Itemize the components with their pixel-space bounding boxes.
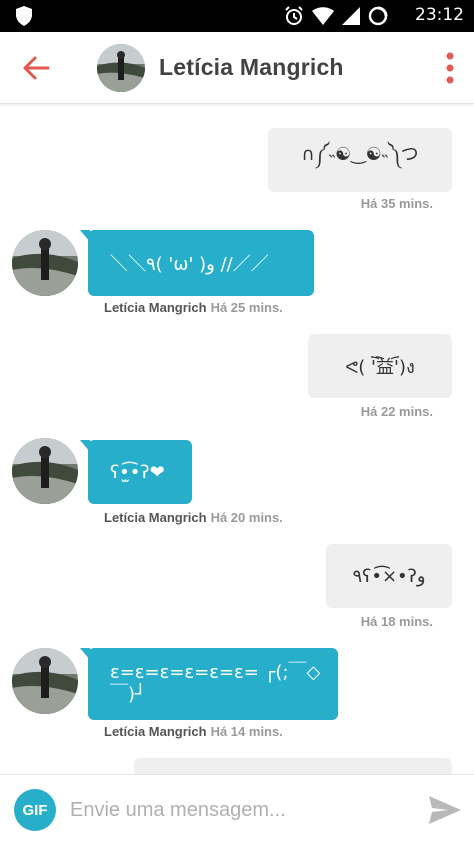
- wifi-icon: [312, 7, 334, 25]
- message-meta: Letícia Mangrich Há 20 mins.: [104, 510, 283, 525]
- alarm-icon: [285, 6, 303, 25]
- message-time: Há 20 mins.: [210, 510, 283, 525]
- message-text: ٩ʕ•͡×•ʔو: [352, 565, 426, 587]
- status-time: 23:12: [415, 5, 464, 25]
- incoming-message[interactable]: ʕ•̫͡•ʔ❤: [80, 440, 192, 504]
- battery-icon: [368, 6, 388, 26]
- message-meta: Letícia Mangrich Há 25 mins.: [104, 300, 283, 315]
- avatar[interactable]: [12, 438, 78, 504]
- message-time: Há 35 mins.: [360, 196, 433, 211]
- avatar[interactable]: [12, 648, 78, 714]
- message-text: ʕ•̫͡•ʔ❤: [110, 461, 165, 483]
- send-icon[interactable]: [428, 795, 462, 825]
- outgoing-message[interactable]: ᕙ( ︡'︡益'︠)ง: [308, 334, 452, 398]
- message-composer: GIF: [0, 774, 474, 842]
- shield-icon: [16, 6, 32, 26]
- contact-name[interactable]: Letícia Mangrich: [159, 54, 344, 81]
- message-text: ε=ε=ε=ε=ε=ε= ┌(;￣◇￣)┘: [110, 662, 321, 705]
- chat-header: Letícia Mangrich: [0, 32, 474, 104]
- message-input[interactable]: [70, 793, 410, 827]
- message-list[interactable]: ∩༼˵☯‿☯˵༽つ Há 35 mins. ＼＼٩( 'ω' )و //／／ L…: [0, 106, 474, 774]
- gif-button[interactable]: GIF: [14, 789, 56, 831]
- incoming-message[interactable]: ε=ε=ε=ε=ε=ε= ┌(;￣◇￣)┘: [80, 648, 338, 720]
- outgoing-message[interactable]: ٩ʕ•͡×•ʔو: [326, 544, 452, 608]
- message-time: Há 25 mins.: [210, 300, 283, 315]
- back-arrow-icon[interactable]: [22, 54, 50, 82]
- sender-name: Letícia Mangrich: [104, 510, 207, 525]
- message-text: ∩༼˵☯‿☯˵༽つ: [301, 144, 419, 165]
- message-meta: Letícia Mangrich Há 14 mins.: [104, 724, 283, 739]
- sender-name: Letícia Mangrich: [104, 724, 207, 739]
- message-time: Há 18 mins.: [360, 614, 433, 629]
- message-time: Há 22 mins.: [360, 404, 433, 419]
- incoming-message[interactable]: ＼＼٩( 'ω' )و //／／: [80, 230, 314, 296]
- message-text: ᕙ( ︡'︡益'︠)ง: [345, 356, 415, 378]
- avatar[interactable]: [97, 44, 145, 92]
- message-text: ＼＼٩( 'ω' )و //／／: [110, 254, 269, 275]
- message-time: Há 14 mins.: [210, 724, 283, 739]
- sender-name: Letícia Mangrich: [104, 300, 207, 315]
- signal-icon: [342, 7, 360, 25]
- status-bar: 23:12: [0, 0, 474, 32]
- outgoing-message[interactable]: [134, 758, 452, 774]
- more-options-icon[interactable]: [444, 50, 456, 86]
- avatar[interactable]: [12, 230, 78, 296]
- outgoing-message[interactable]: ∩༼˵☯‿☯˵༽つ: [268, 128, 452, 192]
